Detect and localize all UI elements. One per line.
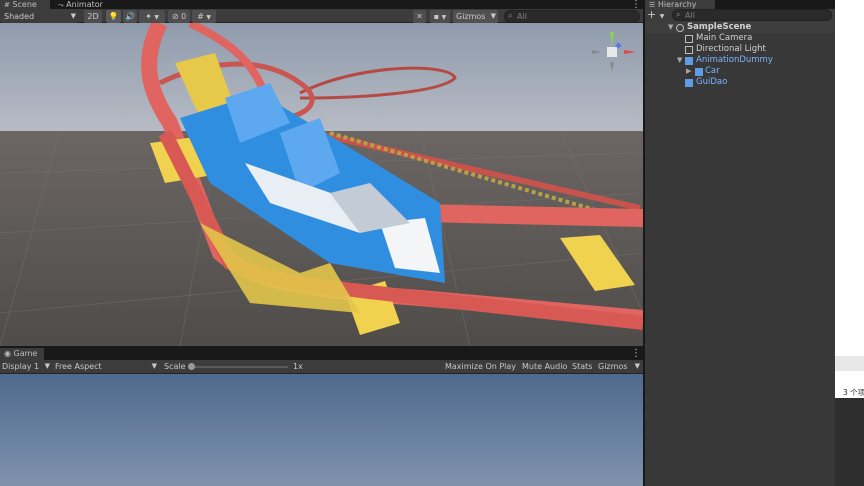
scale-value: 1x <box>293 362 303 371</box>
game-gizmos-label: Gizmos <box>598 362 628 371</box>
hierarchy-item-label: Directional Light <box>696 44 766 54</box>
scale-label: Scale <box>164 362 186 371</box>
gamepad-icon: ◉ <box>4 349 11 358</box>
hierarchy-search-input[interactable]: ⌕ All <box>672 9 832 21</box>
hidden-count: 0 <box>181 12 187 21</box>
camera-icon: ▪ <box>433 12 440 21</box>
scale-slider[interactable] <box>188 363 288 370</box>
tab-game[interactable]: ◉ Game <box>0 348 44 360</box>
tab-animator-label: Animator <box>66 0 103 9</box>
chevron-down-icon: ▼ <box>151 362 157 370</box>
audio-icon: 🔊 <box>125 12 135 21</box>
mute-audio-toggle[interactable]: Mute Audio <box>522 360 567 373</box>
expand-arrow-icon[interactable]: ▶ <box>686 66 691 77</box>
hierarchy-item-label: AnimationDummy <box>696 55 773 65</box>
kebab-icon[interactable]: ⋮ <box>631 349 641 359</box>
add-button[interactable]: + ▼ <box>647 9 667 21</box>
hierarchy-item-directional-light[interactable]: Directional Light <box>645 44 835 55</box>
gizmos-label: Gizmos <box>456 12 486 21</box>
side-window-pane <box>835 0 864 398</box>
maximize-on-play-toggle[interactable]: Maximize On Play <box>445 360 516 373</box>
hierarchy-item-label: GuiDao <box>696 77 728 87</box>
side-window-divider <box>835 356 864 371</box>
hierarchy-title: Hierarchy <box>657 0 697 9</box>
hierarchy-item-main-camera[interactable]: Main Camera <box>645 33 835 44</box>
chevron-down-icon: ▼ <box>634 362 640 370</box>
game-toolbar: Display 1 ▼ Free Aspect ▼ Scale 1x Maxim… <box>0 360 643 374</box>
hierarchy-item-animationdummy[interactable]: ▼ AnimationDummy <box>645 55 835 66</box>
tab-scene[interactable]: # Scene <box>0 0 50 9</box>
hierarchy-item-samplescene[interactable]: ▼ SampleScene <box>645 22 835 33</box>
game-tab-strip: ◉ Game ⋮ <box>0 348 643 360</box>
prefab-cube-icon <box>685 79 693 87</box>
hierarchy-tab-strip: ☰ Hierarchy <box>645 0 835 9</box>
effects-toggle-button[interactable]: ✦ ▼ <box>139 10 165 23</box>
scene-unity-icon <box>676 24 684 32</box>
scene-tab-strip: # Scene ⤳ Animator ⋮ <box>0 0 643 10</box>
gameobject-cube-icon <box>685 35 693 43</box>
scene-tab-icon: # <box>4 1 10 9</box>
tab-game-label: Game <box>13 349 38 358</box>
lighting-toggle-button[interactable]: 💡 <box>106 10 121 23</box>
hierarchy-item-label: Main Camera <box>696 33 753 43</box>
game-view[interactable] <box>0 374 643 486</box>
scene-toolbar: Shaded ▼ 2D 💡 🔊 ✦ ▼ ⊘ 0 # ▼ ✕ ▪ ▼ Gizmos… <box>0 9 643 23</box>
hierarchy-item-car[interactable]: ▶ Car <box>645 66 835 77</box>
chevron-down-icon: ▼ <box>441 14 447 21</box>
hierarchy-toolbar: + ▼ ⌕ All <box>645 9 835 22</box>
kebab-icon[interactable]: ⋮ <box>631 0 641 10</box>
scene-render <box>0 23 643 346</box>
effects-icon: ✦ <box>145 12 152 21</box>
chevron-down-icon: ▼ <box>154 14 159 21</box>
add-icon: + <box>647 8 657 21</box>
hidden-objects-button[interactable]: ⊘ 0 <box>168 10 190 23</box>
aspect-label: Free Aspect <box>55 362 102 371</box>
audio-toggle-button[interactable]: 🔊 <box>123 10 137 23</box>
side-window: 3 个项 <box>835 0 864 486</box>
gizmos-dropdown[interactable]: Gizmos ▼ <box>453 10 498 23</box>
hierarchy-panel: ☰ Hierarchy + ▼ ⌕ All ▼ SampleScene Main… <box>645 0 835 486</box>
grid-icon: # <box>197 12 204 21</box>
prefab-cube-icon <box>685 57 693 65</box>
game-gizmos-dropdown[interactable]: Gizmos ▼ <box>598 360 642 373</box>
display-dropdown[interactable]: Display 1 ▼ <box>2 360 52 373</box>
grid-toggle-button[interactable]: # ▼ <box>192 10 216 23</box>
lightbulb-icon: 💡 <box>108 12 119 21</box>
chevron-down-icon: ▼ <box>70 12 76 20</box>
tools-button[interactable]: ✕ <box>413 10 426 23</box>
2d-toggle-button[interactable]: 2D <box>84 10 102 23</box>
chevron-down-icon: ▼ <box>44 362 50 370</box>
tab-animator[interactable]: ⤳ Animator <box>54 0 114 9</box>
chevron-down-icon: ▼ <box>659 13 665 20</box>
chevron-down-icon: ▼ <box>206 14 211 21</box>
scale-slider-handle[interactable] <box>188 363 195 370</box>
expand-arrow-icon[interactable]: ▼ <box>668 22 673 33</box>
tab-scene-label: Scene <box>12 0 37 9</box>
search-icon: ⌕ <box>676 10 681 19</box>
visibility-icon: ⊘ <box>171 12 179 21</box>
hierarchy-item-label: Car <box>705 66 720 76</box>
aspect-dropdown[interactable]: Free Aspect ▼ <box>55 360 159 373</box>
scene-viewport[interactable] <box>0 23 643 346</box>
shading-mode-dropdown[interactable]: Shaded ▼ <box>1 10 78 23</box>
hierarchy-search-placeholder: All <box>685 11 695 20</box>
hierarchy-item-guidao[interactable]: GuiDao <box>645 77 835 88</box>
camera-button[interactable]: ▪ ▼ <box>430 10 450 23</box>
scene-search-placeholder: All <box>517 12 527 21</box>
scene-gizmo-icon[interactable] <box>588 28 636 76</box>
search-icon: ⌕ <box>508 11 513 20</box>
stats-toggle[interactable]: Stats <box>572 360 592 373</box>
shading-mode-label: Shaded <box>4 12 35 21</box>
animator-tab-icon: ⤳ <box>58 1 64 9</box>
2d-toggle-label: 2D <box>87 12 99 21</box>
gizmo-tools-icon: ✕ <box>416 12 423 21</box>
scene-search-input[interactable]: ⌕ All <box>504 10 640 23</box>
prefab-cube-icon <box>695 68 703 76</box>
status-text: 3 个项 <box>843 388 864 397</box>
hierarchy-item-label: SampleScene <box>687 22 752 32</box>
gameobject-cube-icon <box>685 46 693 54</box>
expand-arrow-icon[interactable]: ▼ <box>677 55 682 66</box>
chevron-down-icon: ▼ <box>490 12 496 20</box>
display-label: Display 1 <box>2 362 40 371</box>
